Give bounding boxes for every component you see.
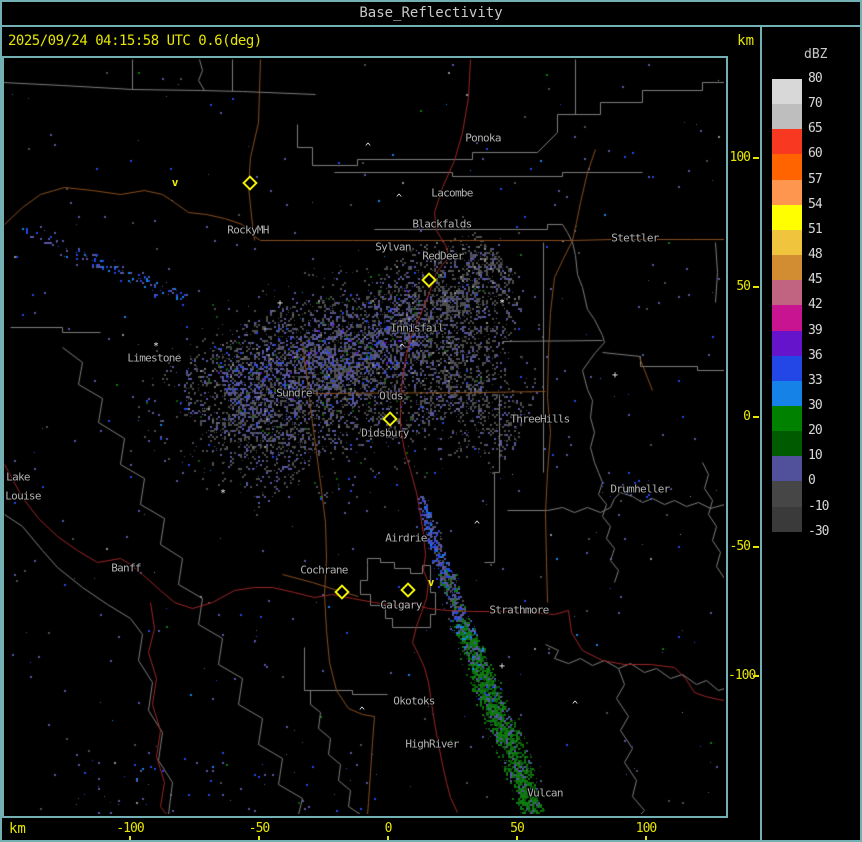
radar-map-canvas[interactable] bbox=[4, 58, 724, 814]
right-axis-tick bbox=[753, 157, 759, 159]
bottom-axis-row: km bbox=[2, 818, 760, 840]
colorbar-panel: dBZ bbox=[762, 27, 860, 840]
info-row: 2025/09/24 04:15:58 UTC 0.6(deg) km bbox=[2, 27, 758, 56]
right-axis-label: 0 bbox=[743, 409, 751, 424]
window-title: Base_Reflectivity bbox=[359, 5, 503, 21]
right-axis-tick bbox=[753, 675, 759, 677]
right-axis-tick bbox=[753, 416, 759, 418]
timestamp-label: 2025/09/24 04:15:58 UTC 0.6(deg) bbox=[8, 33, 262, 49]
title-bar: Base_Reflectivity bbox=[2, 2, 860, 27]
bottom-axis-unit-label: km bbox=[9, 821, 26, 837]
right-axis-tick bbox=[753, 286, 759, 288]
right-axis-tick bbox=[753, 546, 759, 548]
right-axis-label: -100 bbox=[728, 668, 756, 683]
right-axis-label: 100 bbox=[729, 150, 751, 165]
right-axis-unit-label: km bbox=[737, 33, 754, 49]
radar-app-window: Base_Reflectivity 2025/09/24 04:15:58 UT… bbox=[0, 0, 862, 842]
right-axis-label: 50 bbox=[736, 279, 751, 294]
colorbar-unit-label: dBZ bbox=[804, 47, 828, 62]
right-axis-label: -50 bbox=[729, 539, 751, 554]
